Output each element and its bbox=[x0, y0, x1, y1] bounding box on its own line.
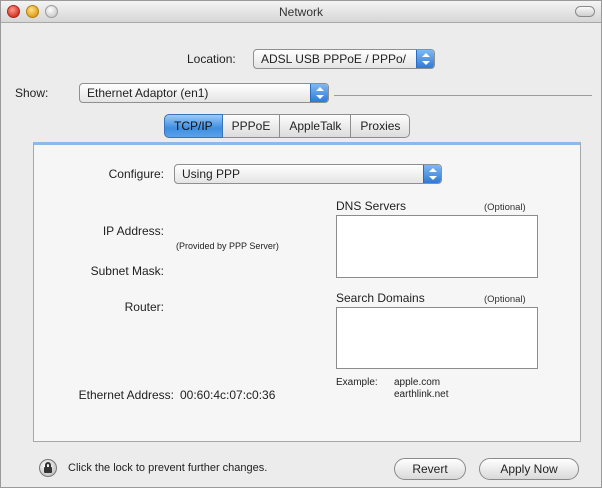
show-label: Show: bbox=[15, 86, 49, 100]
popup-arrows-icon bbox=[416, 50, 434, 68]
separator-line bbox=[334, 95, 592, 96]
title-bar: Network bbox=[1, 1, 601, 23]
example-label: Example: bbox=[336, 377, 378, 388]
location-label: Location: bbox=[187, 52, 236, 66]
tab-appletalk[interactable]: AppleTalk bbox=[280, 114, 352, 138]
search-optional-label: (Optional) bbox=[484, 294, 526, 305]
tab-proxies[interactable]: Proxies bbox=[351, 114, 411, 138]
router-label: Router: bbox=[124, 300, 164, 314]
location-popup[interactable]: ADSL USB PPPoE / PPPo/ bbox=[253, 49, 435, 69]
configure-label: Configure: bbox=[108, 167, 164, 181]
lock-icon[interactable] bbox=[39, 459, 57, 477]
provided-by-note: (Provided by PPP Server) bbox=[176, 241, 279, 251]
apply-now-button[interactable]: Apply Now bbox=[479, 458, 579, 480]
show-value: Ethernet Adaptor (en1) bbox=[87, 86, 209, 100]
ethernet-address-value: 00:60:4c:07:c0:36 bbox=[180, 388, 276, 402]
configure-value: Using PPP bbox=[182, 167, 241, 181]
window-title: Network bbox=[278, 5, 323, 19]
location-value: ADSL USB PPPoE / PPPo/ bbox=[261, 52, 406, 66]
lock-description: Click the lock to prevent further change… bbox=[68, 462, 268, 474]
dns-optional-label: (Optional) bbox=[484, 202, 526, 213]
network-window: Network Location: ADSL USB PPPoE / PPPo/… bbox=[0, 0, 602, 488]
tab-bar: TCP/IP PPPoE AppleTalk Proxies bbox=[164, 114, 411, 138]
ip-address-label: IP Address: bbox=[102, 224, 164, 238]
show-popup[interactable]: Ethernet Adaptor (en1) bbox=[79, 83, 329, 103]
toolbar-toggle-button[interactable] bbox=[575, 6, 595, 17]
search-domains-field[interactable] bbox=[336, 307, 538, 369]
popup-arrows-icon bbox=[310, 84, 328, 102]
ethernet-address-label: Ethernet Address: bbox=[78, 388, 174, 402]
tab-pppoe[interactable]: PPPoE bbox=[222, 114, 281, 138]
dns-servers-label: DNS Servers bbox=[336, 199, 407, 213]
search-domains-label: Search Domains bbox=[336, 291, 425, 305]
example-domain-1: apple.com bbox=[394, 377, 441, 388]
example-domain-2: earthlink.net bbox=[394, 389, 449, 400]
subnet-mask-label: Subnet Mask: bbox=[90, 264, 164, 278]
dns-servers-field[interactable] bbox=[336, 215, 538, 278]
popup-arrows-icon bbox=[423, 165, 441, 183]
tcpip-panel: Configure: Using PPP IP Address: (Provid… bbox=[33, 142, 581, 442]
tab-tcpip[interactable]: TCP/IP bbox=[164, 114, 223, 138]
configure-popup[interactable]: Using PPP bbox=[174, 164, 442, 184]
revert-button[interactable]: Revert bbox=[394, 458, 466, 480]
